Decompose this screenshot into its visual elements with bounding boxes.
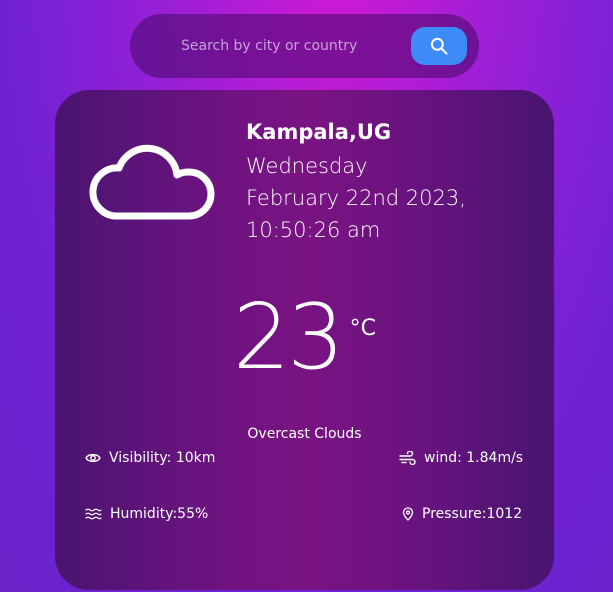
visibility-stat: Visibility: 10km xyxy=(85,450,215,466)
day-name: Wednesday xyxy=(246,154,368,178)
search-input[interactable] xyxy=(154,28,404,64)
pressure-stat: Pressure:1012 xyxy=(402,506,522,522)
search-icon xyxy=(430,37,448,55)
map-pin-icon xyxy=(402,507,414,521)
wind-stat: wind: 1.84m/s xyxy=(399,450,523,466)
waves-icon xyxy=(85,508,102,520)
eye-icon xyxy=(85,453,101,463)
temperature-value: 23 xyxy=(233,285,345,390)
pressure-label: Pressure:1012 xyxy=(422,506,523,522)
humidity-stat: Humidity:55% xyxy=(85,506,208,522)
wind-icon xyxy=(399,451,416,465)
visibility-label: Visibility: 10km xyxy=(109,450,216,466)
time-text: 10:50:26 am xyxy=(246,218,381,242)
temperature-unit: °C xyxy=(349,316,376,341)
wind-label: wind: 1.84m/s xyxy=(424,450,524,466)
temperature-display: 23 °C xyxy=(55,288,554,388)
weather-description: Overcast Clouds xyxy=(247,426,362,442)
cloud-icon xyxy=(89,144,215,220)
date-time: Wednesday February 22nd 2023, 10:50:26 a… xyxy=(246,150,486,246)
date-text: February 22nd 2023, xyxy=(246,186,466,210)
weather-card: Kampala,UG Wednesday February 22nd 2023,… xyxy=(55,90,554,590)
humidity-label: Humidity:55% xyxy=(110,506,209,522)
search-bar xyxy=(130,14,479,78)
search-button[interactable] xyxy=(411,27,467,65)
location-name: Kampala,UG xyxy=(246,120,392,144)
